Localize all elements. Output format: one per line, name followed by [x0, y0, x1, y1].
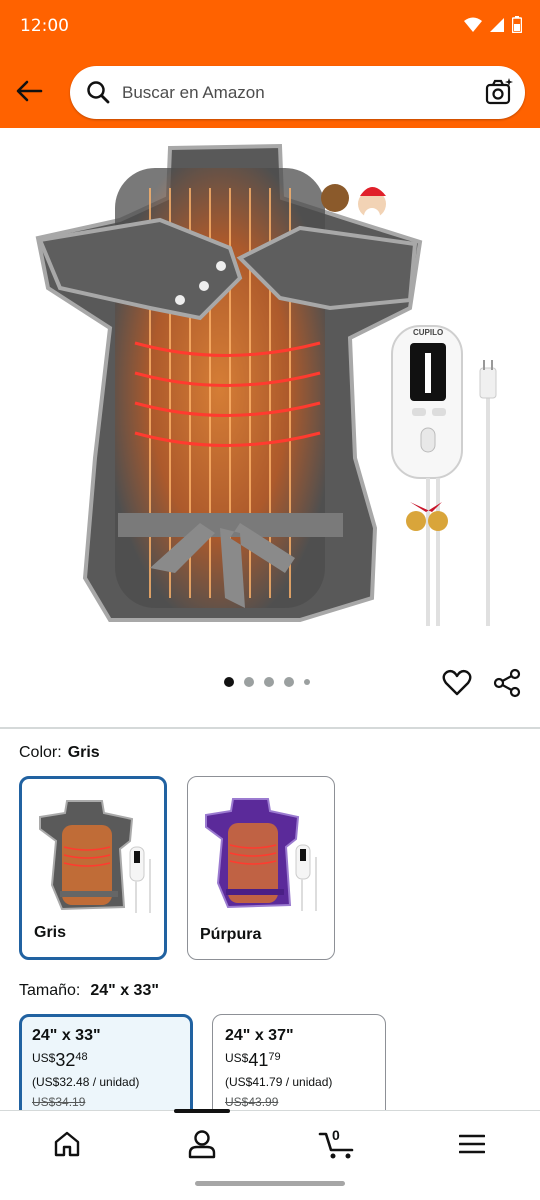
wifi-icon [464, 17, 482, 32]
pagination-dot[interactable] [244, 677, 254, 687]
color-thumbnail [39, 800, 151, 913]
price-cents: 48 [75, 1051, 88, 1063]
size-option-label: 24" x 37" [225, 1027, 294, 1044]
image-pagination[interactable] [224, 677, 310, 687]
size-option-unit-price: (US$32.48 / unidad) [32, 1075, 140, 1089]
camera-search-icon[interactable] [485, 78, 513, 106]
size-option-list-price: US$43.99 [225, 1095, 279, 1109]
controller-brand: CUPILO [413, 328, 443, 337]
pagination-dot[interactable] [304, 679, 310, 685]
gesture-bar[interactable] [195, 1181, 345, 1186]
nav-cart[interactable]: 0 [316, 1127, 360, 1161]
pagination-dot[interactable] [284, 677, 294, 687]
size-option-price: US$ 32 48 [32, 1051, 180, 1069]
back-button[interactable] [12, 74, 46, 108]
size-label: Tamaño: 24" x 33" [19, 982, 159, 1000]
status-icons [464, 16, 522, 33]
active-tab-indicator [174, 1109, 230, 1113]
color-option-gris[interactable]: Gris [19, 776, 167, 960]
size-option-unit-price: (US$41.79 / unidad) [225, 1075, 333, 1089]
arrow-left-icon [16, 80, 43, 102]
color-label-text: Color: [19, 744, 62, 761]
share-icon[interactable] [492, 668, 522, 698]
app-header: 12:00 Buscar en Amazon [0, 0, 540, 128]
price-currency: US$ [225, 1051, 249, 1065]
product-image[interactable]: CUPILO [0, 128, 540, 658]
menu-icon [459, 1134, 485, 1154]
price-whole: 41 [248, 1050, 269, 1070]
size-option-24x37[interactable]: 24" x 37" US$ 41 79 (US$41.79 / unidad) US… [212, 1014, 386, 1124]
size-option-label: 24" x 33" [32, 1027, 101, 1044]
account-icon [188, 1130, 216, 1159]
size-label-text: Tamaño: [19, 982, 81, 999]
price-currency: US$ [32, 1051, 56, 1065]
status-bar: 12:00 [0, 0, 540, 52]
section-divider [0, 727, 540, 729]
color-selected-value: Gris [67, 744, 100, 761]
color-option-label: Gris [34, 924, 67, 941]
price-whole: 32 [55, 1050, 76, 1070]
nav-home[interactable] [47, 1127, 87, 1161]
search-icon [87, 81, 110, 104]
cart-count-badge: 0 [332, 1127, 340, 1143]
nav-menu[interactable] [452, 1127, 492, 1161]
signal-icon [490, 17, 504, 32]
size-option-24x33[interactable]: 24" x 33" US$ 32 48 (US$32.48 / unidad) US… [19, 1014, 193, 1124]
pagination-dot[interactable] [224, 677, 234, 687]
nav-account[interactable] [182, 1127, 222, 1161]
battery-icon [512, 16, 522, 33]
bottom-navigation: 0 [0, 1109, 540, 1200]
heart-icon[interactable] [442, 668, 472, 698]
pagination-dot[interactable] [264, 677, 274, 687]
color-option-purpura[interactable]: Púrpura [187, 776, 335, 960]
price-cents: 79 [268, 1051, 281, 1063]
size-option-price: US$ 41 79 [225, 1051, 373, 1069]
home-icon [54, 1131, 80, 1157]
color-option-label: Púrpura [200, 926, 262, 943]
status-time: 12:00 [20, 16, 69, 36]
color-thumbnail [205, 798, 317, 911]
size-option-list-price: US$34.19 [32, 1095, 86, 1109]
size-selected-value: 24" x 33" [90, 982, 159, 999]
search-bar[interactable]: Buscar en Amazon [70, 66, 525, 119]
search-input[interactable]: Buscar en Amazon [122, 83, 265, 103]
color-label: Color: Gris [19, 744, 100, 762]
